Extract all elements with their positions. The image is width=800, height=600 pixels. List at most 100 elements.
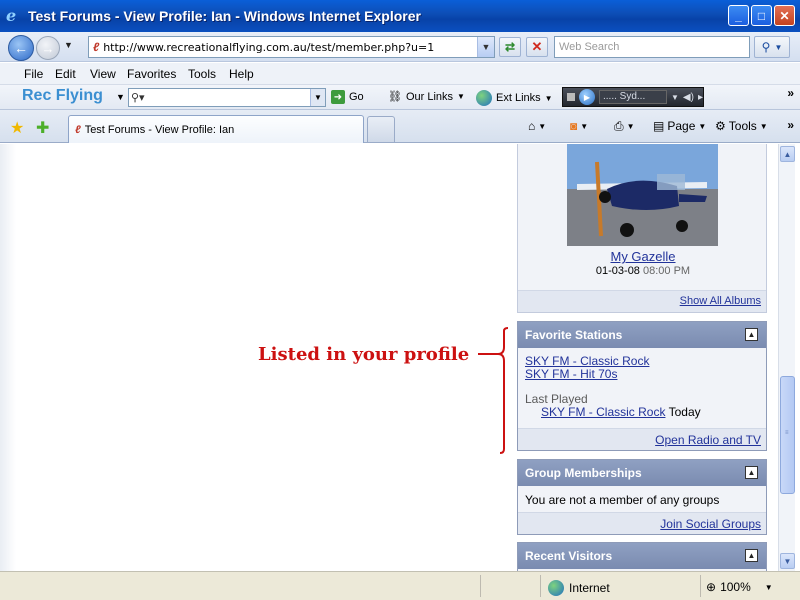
zoom-level: 100% <box>720 580 751 594</box>
address-bar[interactable]: ℓ http://www.recreationalflying.com.au/t… <box>88 36 495 58</box>
search-button[interactable]: ⚲ ▼ <box>754 36 790 58</box>
page-content: My Gazelle 01-03-08 08:00 PM Show All Al… <box>0 144 778 571</box>
open-radio-tv-link[interactable]: Open Radio and TV <box>655 433 761 447</box>
player-station[interactable]: ..... Syd... <box>599 90 667 104</box>
back-button[interactable]: ← <box>8 35 34 61</box>
close-button[interactable]: ✕ <box>774 5 795 26</box>
annotation-bracket <box>478 327 509 454</box>
ext-links-label: Ext Links <box>496 92 541 104</box>
toolbar-overflow-chevron-icon[interactable]: » <box>787 86 794 100</box>
stop-button[interactable]: ✕ <box>526 37 548 57</box>
rec-flying-dropdown[interactable]: ▼ <box>116 92 125 102</box>
scroll-thumb[interactable]: ≡ <box>780 376 795 494</box>
favorite-stations-block: Favorite Stations ▲ SKY FM - Classic Roc… <box>517 321 767 451</box>
menu-file[interactable]: File <box>24 67 43 81</box>
collapse-icon[interactable]: ▲ <box>745 466 758 479</box>
ext-links-button[interactable]: Ext Links ▼ <box>476 90 553 106</box>
zone-label: Internet <box>569 581 610 595</box>
recent-pages-dropdown[interactable]: ▼ <box>64 40 73 50</box>
security-zone[interactable]: Internet <box>548 580 610 596</box>
album-date-value: 01-03-08 <box>595 265 640 277</box>
toolbar-search-input[interactable]: ⚲▾ ▼ <box>128 88 326 107</box>
last-played-row: SKY FM - Classic Rock Today <box>525 406 759 419</box>
group-memberships-block: Group Memberships ▲ You are not a member… <box>517 459 767 535</box>
rss-icon: ◙ <box>570 119 578 133</box>
last-played-when: Today <box>668 405 701 419</box>
recent-visitors-block: Recent Visitors ▲ <box>517 542 767 571</box>
menu-favorites[interactable]: Favorites <box>127 67 176 81</box>
tools-menu-label: Tools <box>728 119 757 133</box>
player-menu-icon[interactable]: ▸ <box>698 92 703 103</box>
our-links-button[interactable]: ⛓ Our Links ▼ <box>388 90 465 104</box>
go-button[interactable]: ➜ Go <box>331 90 364 104</box>
page-menu-button[interactable]: ▤ Page ▼ <box>653 119 706 133</box>
chevron-down-icon: ▼ <box>544 93 553 103</box>
menu-view[interactable]: View <box>90 67 116 81</box>
show-all-albums-link[interactable]: Show All Albums <box>680 295 761 307</box>
ie-logo-icon: e <box>6 6 17 25</box>
album-title-link[interactable]: My Gazelle <box>518 249 768 264</box>
add-favorite-icon[interactable]: ✚ <box>36 118 49 138</box>
annotation-text: Listed in your profile <box>258 344 470 365</box>
toolbar-search-dropdown[interactable]: ▼ <box>310 89 325 106</box>
last-played-station-link[interactable]: SKY FM - Classic Rock <box>541 405 665 419</box>
menu-tools[interactable]: Tools <box>188 67 216 81</box>
join-social-groups-link[interactable]: Join Social Groups <box>660 517 761 531</box>
rec-flying-logo[interactable]: Rec Flying <box>22 87 103 105</box>
tools-menu-button[interactable]: ⚙ Tools ▼ <box>715 119 768 133</box>
home-button[interactable]: ⌂ ▼ <box>528 119 546 133</box>
home-icon: ⌂ <box>528 119 536 133</box>
stop-icon[interactable] <box>567 93 575 101</box>
group-memberships-header: Group Memberships ▲ <box>518 460 766 486</box>
window-title: Test Forums - View Profile: Ian - Window… <box>28 8 421 24</box>
favorites-star-icon[interactable]: ★ <box>10 118 24 138</box>
tab-bar: ★ ✚ ℓ Test Forums - View Profile: Ian ⌂ ▼… <box>0 110 800 143</box>
volume-icon[interactable]: ◀) <box>683 92 694 103</box>
recent-visitors-title: Recent Visitors <box>525 549 613 563</box>
vertical-scrollbar[interactable]: ▲ ≡ ▼ <box>778 144 795 571</box>
menu-help[interactable]: Help <box>229 67 254 81</box>
chevron-down-icon: ▼ <box>580 121 589 131</box>
new-tab-button[interactable] <box>367 116 395 142</box>
radio-player: ▶ ..... Syd... ▼ ◀) ▸ <box>562 87 704 107</box>
commandbar-overflow-chevron-icon[interactable]: » <box>787 118 794 132</box>
maximize-button[interactable]: □ <box>751 5 772 26</box>
tab-active[interactable]: ℓ Test Forums - View Profile: Ian <box>68 115 364 143</box>
go-arrow-icon: ➜ <box>331 90 345 104</box>
station-link[interactable]: SKY FM - Hit 70s <box>525 368 759 381</box>
zoom-control[interactable]: ⊕ 100% ▼ <box>706 580 773 594</box>
chevron-down-icon: ▼ <box>626 122 635 131</box>
web-search-input[interactable]: Web Search <box>554 36 750 58</box>
favorite-stations-title: Favorite Stations <box>525 328 623 342</box>
chevron-down-icon: ▼ <box>698 121 707 131</box>
grip-icon: ≡ <box>785 430 789 436</box>
go-label: Go <box>349 91 364 103</box>
refresh-button[interactable]: ⇄ <box>499 37 521 57</box>
search-options-dropdown-icon: ▼ <box>774 42 783 52</box>
search-icon: ⚲ <box>761 40 771 54</box>
favorite-stations-header: Favorite Stations ▲ <box>518 322 766 348</box>
menu-bar: File Edit View Favorites Tools Help <box>0 63 800 85</box>
album-photo[interactable] <box>567 144 718 246</box>
feeds-button[interactable]: ◙ ▼ <box>570 119 588 133</box>
station-dropdown-icon[interactable]: ▼ <box>671 93 679 102</box>
print-button[interactable]: ⎙ ▼ <box>614 119 635 134</box>
globe-icon <box>476 90 492 106</box>
menu-edit[interactable]: Edit <box>55 67 76 81</box>
status-divider <box>700 575 701 597</box>
minimize-button[interactable]: _ <box>728 5 749 26</box>
magnifier-icon: ⚲▾ <box>131 92 145 104</box>
address-dropdown[interactable]: ▼ <box>477 37 494 57</box>
scroll-down-button[interactable]: ▼ <box>780 553 795 569</box>
address-url[interactable]: http://www.recreationalflying.com.au/tes… <box>103 41 434 54</box>
album-block: My Gazelle 01-03-08 08:00 PM Show All Al… <box>517 144 767 313</box>
scroll-up-button[interactable]: ▲ <box>780 146 795 162</box>
page-icon: ▤ <box>653 119 665 133</box>
collapse-icon[interactable]: ▲ <box>745 549 758 562</box>
chevron-down-icon: ▼ <box>457 92 465 101</box>
collapse-icon[interactable]: ▲ <box>745 328 758 341</box>
address-toolbar: ← → ▼ ℓ http://www.recreationalflying.co… <box>0 32 800 62</box>
printer-icon: ⎙ <box>614 119 624 133</box>
play-button[interactable]: ▶ <box>579 89 595 105</box>
forward-button[interactable]: → <box>36 36 60 60</box>
